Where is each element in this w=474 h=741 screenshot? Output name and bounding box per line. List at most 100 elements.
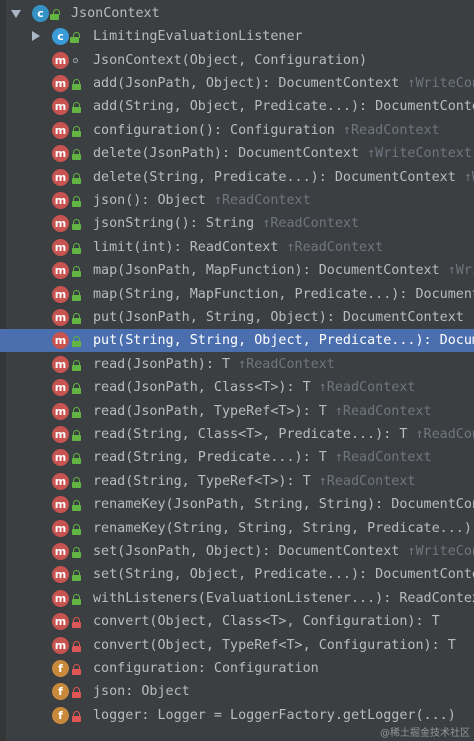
method-item[interactable]: m put(String, String, Object, Predicate..… [0, 329, 474, 353]
method-icon: m [52, 121, 69, 139]
inherited-from: ↑ReadContext [318, 380, 416, 396]
member-signature-text: renameKey(JsonPath, String, String): Doc… [93, 497, 474, 513]
field-item[interactable]: f configuration: Configuration [0, 657, 474, 680]
inner-class-name: LimitingEvaluationListener [93, 29, 303, 44]
private-lock-icon [72, 687, 81, 699]
method-icon: m [52, 98, 69, 116]
method-item[interactable]: m renameKey(String, String, String, Predi… [0, 517, 474, 540]
member-signature-text: put(JsonPath, String, Object): DocumentC… [93, 309, 464, 325]
private-lock-icon [72, 617, 81, 629]
method-item[interactable]: m JsonContext(Object, Configuration) [0, 49, 474, 72]
collapse-arrow-icon[interactable] [32, 31, 40, 41]
method-item[interactable]: m set(JsonPath, Object): DocumentContext … [0, 540, 474, 563]
private-lock-icon [72, 710, 81, 722]
inherited-from: ↑ReadContext [334, 450, 432, 466]
tree-node-limiting-evaluation-listener[interactable]: c LimitingEvaluationListener [0, 25, 474, 48]
method-item[interactable]: m convert(Object, TypeRef<T>, Configurati… [0, 634, 474, 657]
member-signature: configuration(): Configuration ↑ReadCont… [93, 123, 440, 138]
watermark: @稀土掘金技术社区 [380, 728, 470, 739]
inherited-from: ↑ReadContext [286, 239, 384, 255]
inherited-from: ↑ReadContext [342, 122, 440, 138]
member-signature-text: put(String, String, Object, Predicate...… [93, 333, 474, 349]
method-icon: m [52, 496, 69, 514]
method-icon: m [52, 262, 69, 280]
unlocked-icon [70, 32, 80, 43]
method-icon: m [52, 472, 69, 490]
method-item[interactable]: m limit(int): ReadContext ↑ReadContext [0, 236, 474, 259]
member-signature-text: convert(Object, TypeRef<T>, Configuratio… [93, 637, 456, 653]
field-icon: f [52, 706, 69, 724]
field-item[interactable]: f json: Object [0, 680, 474, 703]
method-item[interactable]: m configuration(): Configuration ↑ReadCon… [0, 119, 474, 142]
method-item[interactable]: m read(String, Predicate...): T ↑ReadCont… [0, 446, 474, 469]
public-lock-icon [72, 125, 81, 137]
method-icon: m [52, 566, 69, 584]
member-signature-text: json: Object [93, 684, 190, 700]
method-icon: m [52, 308, 69, 326]
inherited-from: ↑ReadContext [238, 356, 335, 372]
member-signature: add(JsonPath, Object): DocumentContext ↑… [93, 76, 474, 91]
member-signature: read(String, Class<T>, Predicate...): T … [93, 427, 474, 442]
method-item[interactable]: m delete(String, Predicate...): DocumentC… [0, 166, 474, 189]
public-lock-icon [72, 406, 81, 418]
public-lock-icon [72, 453, 81, 465]
method-item[interactable]: m withListeners(EvaluationListener...): R… [0, 587, 474, 610]
method-icon: m [52, 425, 69, 443]
member-signature: put(JsonPath, String, Object): DocumentC… [93, 310, 474, 325]
method-item[interactable]: m json(): Object ↑ReadContext [0, 189, 474, 212]
method-icon: m [52, 285, 69, 303]
member-signature-text: renameKey(String, String, String, Predic… [93, 520, 474, 536]
method-icon: m [52, 215, 69, 233]
member-signature-text: logger: Logger = LoggerFactory.getLogger… [93, 707, 456, 723]
member-signature-text: read(String, TypeRef<T>): T [93, 473, 311, 489]
tree-node-jsoncontext[interactable]: c JsonContext [0, 2, 474, 25]
method-icon: m [52, 589, 69, 607]
method-item[interactable]: m read(JsonPath, TypeRef<T>): T ↑ReadCont… [0, 400, 474, 423]
inherited-from: ↑ReadContext [318, 473, 416, 489]
public-lock-icon [72, 78, 81, 90]
member-signature: set(String, Object, Predicate...): Docum… [93, 567, 474, 582]
member-signature-text: configuration(): Configuration [93, 122, 335, 138]
class-name: JsonContext [71, 6, 160, 21]
member-signature: delete(JsonPath): DocumentContext ↑Write… [93, 146, 472, 161]
private-lock-icon [72, 640, 81, 652]
member-signature-text: set(String, Object, Predicate...): Docum… [93, 567, 474, 583]
member-signature: logger: Logger = LoggerFactory.getLogger… [93, 708, 456, 723]
member-signature: withListeners(EvaluationListener...): Re… [93, 591, 474, 606]
method-item[interactable]: m read(String, TypeRef<T>): T ↑ReadContex… [0, 470, 474, 493]
class-icon: c [32, 5, 49, 22]
member-signature-text: read(JsonPath, Class<T>): T [93, 380, 311, 396]
method-item[interactable]: m add(JsonPath, Object): DocumentContext … [0, 72, 474, 95]
inherited-from: ↑WriteContext [407, 543, 474, 559]
member-signature-text: add(JsonPath, Object): DocumentContext [93, 75, 400, 91]
method-item[interactable]: m add(String, Object, Predicate...): Docu… [0, 95, 474, 118]
method-item[interactable]: m put(JsonPath, String, Object): Document… [0, 306, 474, 329]
expand-arrow-icon[interactable] [11, 10, 21, 18]
method-item[interactable]: m convert(Object, Class<T>, Configuration… [0, 610, 474, 633]
inherited-from: ↑ReadContext [415, 426, 474, 442]
method-item[interactable]: m read(JsonPath): T ↑ReadContext [0, 353, 474, 376]
member-signature-text: withListeners(EvaluationListener...): Re… [93, 590, 474, 606]
member-signature-text: add(String, Object, Predicate...): Docum… [93, 99, 474, 115]
method-item[interactable]: m renameKey(JsonPath, String, String): Do… [0, 493, 474, 516]
member-signature-text: map(String, MapFunction, Predicate...): … [93, 286, 474, 302]
public-lock-icon [72, 102, 81, 114]
inherited-from: ↑WriteContext [447, 263, 474, 279]
method-icon: m [52, 51, 69, 69]
method-item[interactable]: m set(String, Object, Predicate...): Docu… [0, 563, 474, 586]
method-icon: m [52, 145, 69, 163]
method-item[interactable]: m read(JsonPath, Class<T>): T ↑ReadContex… [0, 376, 474, 399]
method-item[interactable]: m map(String, MapFunction, Predicate...):… [0, 283, 474, 306]
method-item[interactable]: m map(JsonPath, MapFunction): DocumentCon… [0, 259, 474, 282]
method-item[interactable]: m read(String, Class<T>, Predicate...): T… [0, 423, 474, 446]
private-lock-icon [72, 663, 81, 675]
inherited-from: ↑ReadContext [334, 403, 432, 419]
method-icon: m [52, 613, 69, 631]
method-item[interactable]: m delete(JsonPath): DocumentContext ↑Writ… [0, 142, 474, 165]
method-item[interactable]: m jsonString(): String ↑ReadContext [0, 212, 474, 235]
member-signature-text: set(JsonPath, Object): DocumentContext [93, 543, 400, 559]
public-lock-icon [72, 570, 81, 582]
method-icon: m [52, 238, 69, 256]
inherited-from: ↑WriteContext [463, 169, 474, 185]
member-signature-text: read(String, Class<T>, Predicate...): T [93, 426, 408, 442]
